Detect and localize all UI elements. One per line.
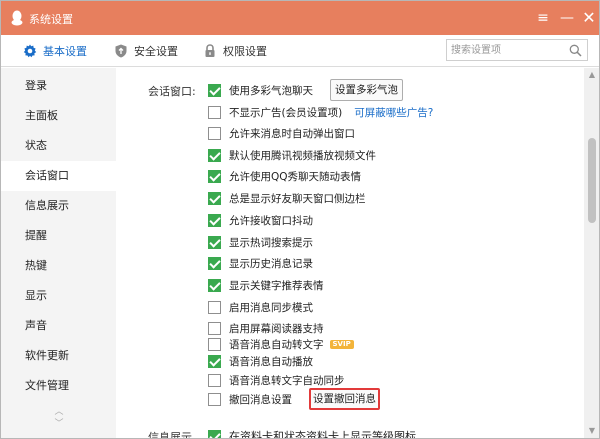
sidebar-item-file-management[interactable]: 文件管理: [1, 371, 116, 401]
checkbox-unchecked[interactable]: [208, 105, 221, 119]
sidebar-scroll-up-icon[interactable]: ︿: [53, 407, 65, 417]
option-row[interactable]: 总是显示好友聊天窗口侧边栏: [208, 190, 366, 206]
checkbox-checked[interactable]: [208, 83, 221, 97]
option-row[interactable]: 显示热词搜索提示: [208, 234, 313, 250]
settings-content: 会话窗口: 使用多彩气泡聊天 设置多彩气泡 不显示广告(会员设置项) 可屏蔽哪些广…: [116, 68, 599, 439]
sidebar-scroll-down-icon[interactable]: ﹀: [53, 419, 65, 429]
sidebar-item-main-panel[interactable]: 主面板: [1, 101, 116, 131]
lock-icon: [205, 44, 215, 57]
section-label-info-display: 信息展示: [148, 431, 192, 439]
option-row[interactable]: 使用多彩气泡聊天: [208, 82, 313, 98]
checkbox-checked[interactable]: [208, 429, 221, 438]
option-row[interactable]: 语音消息转文字自动同步: [208, 372, 345, 388]
scrollbar-thumb[interactable]: [588, 138, 596, 223]
option-label: 允许来消息时自动弹出窗口: [229, 127, 355, 140]
tab-basic-label: 基本设置: [43, 45, 87, 58]
checkbox-unchecked[interactable]: [208, 126, 221, 140]
sidebar-item-status[interactable]: 状态: [1, 131, 116, 161]
sidebar-item-display[interactable]: 显示: [1, 281, 116, 311]
qq-penguin-icon: [11, 10, 23, 26]
option-row[interactable]: 允许使用QQ秀聊天随动表情: [208, 168, 361, 184]
sidebar-item-hotkey[interactable]: 热键: [1, 251, 116, 281]
option-label: 使用多彩气泡聊天: [229, 84, 313, 97]
option-label: 允许接收窗口抖动: [229, 214, 313, 227]
content-scrollbar[interactable]: ▲ ▼: [584, 68, 599, 438]
checkbox-checked[interactable]: [208, 191, 221, 205]
option-label: 启用消息同步模式: [229, 301, 313, 314]
checkbox-checked[interactable]: [208, 148, 221, 162]
sidebar-item-chat-window[interactable]: 会话窗口: [1, 161, 116, 191]
option-label: 语音消息自动播放: [229, 355, 313, 368]
option-label: 不显示广告(会员设置项): [229, 106, 343, 119]
checkbox-checked[interactable]: [208, 256, 221, 270]
menu-button[interactable]: ≡: [533, 8, 553, 28]
section-label-chat-window: 会话窗口:: [148, 85, 196, 98]
close-button[interactable]: ✕: [579, 8, 599, 28]
option-label: 总是显示好友聊天窗口侧边栏: [229, 192, 366, 205]
tab-security-label: 安全设置: [134, 45, 178, 58]
option-row[interactable]: 启用屏幕阅读器支持: [208, 320, 324, 336]
option-row[interactable]: 允许接收窗口抖动: [208, 212, 313, 228]
option-row[interactable]: 启用消息同步模式: [208, 299, 313, 315]
option-row[interactable]: 语音消息自动播放: [208, 353, 313, 369]
option-row[interactable]: 显示关键字推荐表情: [208, 277, 324, 293]
checkbox-unchecked[interactable]: [208, 392, 221, 406]
ad-info-link[interactable]: 可屏蔽哪些广告?: [354, 105, 433, 120]
sidebar: 登录 主面板 状态 会话窗口 信息展示 提醒 热键 显示 声音 软件更新 文件管…: [1, 68, 116, 438]
option-row[interactable]: 撤回消息设置: [208, 391, 292, 407]
checkbox-checked[interactable]: [208, 213, 221, 227]
option-label: 语音消息自动转文字: [229, 338, 324, 351]
search-input[interactable]: [451, 42, 563, 58]
option-label: 撤回消息设置: [229, 393, 292, 406]
window-title: 系统设置: [29, 13, 73, 26]
search-icon[interactable]: [569, 44, 582, 57]
tab-basic-settings[interactable]: 基本设置: [23, 35, 87, 67]
set-bubble-button[interactable]: 设置多彩气泡: [330, 79, 403, 101]
minimize-button[interactable]: —: [557, 8, 577, 28]
checkbox-checked[interactable]: [208, 278, 221, 292]
option-row[interactable]: 默认使用腾讯视频播放视频文件: [208, 147, 376, 163]
option-label: 显示热词搜索提示: [229, 236, 313, 249]
sidebar-item-info-display[interactable]: 信息展示: [1, 191, 116, 221]
option-row[interactable]: 允许来消息时自动弹出窗口: [208, 125, 355, 141]
option-label: 语音消息转文字自动同步: [229, 374, 345, 387]
svip-badge: SVIP: [329, 339, 354, 349]
checkbox-unchecked[interactable]: [208, 321, 221, 335]
option-row[interactable]: 语音消息自动转文字 SVIP: [208, 336, 354, 352]
option-label: 默认使用腾讯视频播放视频文件: [229, 149, 376, 162]
sidebar-item-reminder[interactable]: 提醒: [1, 221, 116, 251]
set-recall-button[interactable]: 设置撤回消息: [309, 388, 380, 410]
option-label: 显示关键字推荐表情: [229, 279, 324, 292]
gear-icon: [23, 44, 37, 58]
tab-permission-settings[interactable]: 权限设置: [203, 35, 267, 67]
scroll-down-arrow-icon[interactable]: ▼: [584, 424, 599, 438]
settings-window: 系统设置 ≡ — ✕ 基本设置 安全设置 权限设置 搜索设置项 登录 主面板 状…: [0, 0, 600, 439]
option-label: 在资料卡和状态资料卡上显示等级图标: [229, 430, 416, 439]
checkbox-unchecked[interactable]: [208, 300, 221, 314]
sidebar-item-login[interactable]: 登录: [1, 71, 116, 101]
checkbox-unchecked[interactable]: [208, 337, 221, 351]
checkbox-checked[interactable]: [208, 235, 221, 249]
search-box[interactable]: [446, 39, 588, 61]
option-label: 显示历史消息记录: [229, 257, 313, 270]
title-bar[interactable]: 系统设置 ≡ — ✕: [1, 1, 599, 35]
option-label: 允许使用QQ秀聊天随动表情: [229, 170, 362, 183]
tab-security-settings[interactable]: 安全设置: [114, 35, 178, 67]
sidebar-item-sound[interactable]: 声音: [1, 311, 116, 341]
option-label: 启用屏幕阅读器支持: [229, 322, 324, 335]
checkbox-unchecked[interactable]: [208, 373, 221, 387]
shield-icon: [115, 44, 127, 58]
option-row[interactable]: 在资料卡和状态资料卡上显示等级图标: [208, 429, 416, 439]
checkbox-checked[interactable]: [208, 169, 221, 183]
option-row[interactable]: 不显示广告(会员设置项) 可屏蔽哪些广告?: [208, 104, 433, 120]
sidebar-item-software-update[interactable]: 软件更新: [1, 341, 116, 371]
checkbox-checked[interactable]: [208, 354, 221, 368]
option-row[interactable]: 显示历史消息记录: [208, 255, 313, 271]
scroll-up-arrow-icon[interactable]: ▲: [584, 68, 599, 82]
tab-permission-label: 权限设置: [223, 45, 267, 58]
